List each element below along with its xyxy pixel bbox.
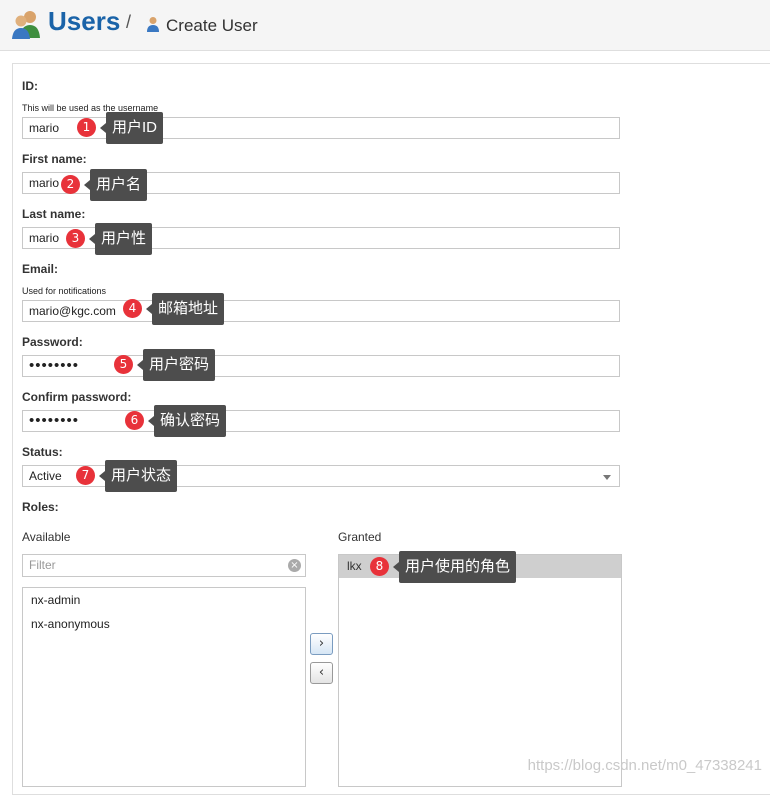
annotation-badge: 3 [66,229,85,248]
granted-roles-list[interactable]: lkx [338,554,622,787]
roles-filter-input[interactable]: Filter × [22,554,306,577]
annotation-tooltip: 用户密码 [136,349,216,381]
password-label: Password: [22,335,83,349]
status-value: Active [29,469,62,483]
annotation-tooltip: 邮箱地址 [145,293,225,325]
add-role-button[interactable]: › [310,633,333,655]
user-icon [147,17,159,32]
annotation-tooltip: 用户名 [83,169,148,201]
annotation-tooltip: 用户使用的角色 [392,551,517,583]
breadcrumb-current: Create User [166,16,258,35]
status-label: Status: [22,445,63,459]
roles-label: Roles: [22,500,59,514]
annotation-tooltip: 用户性 [88,223,153,255]
annotation-badge: 2 [61,175,80,194]
confirm-password-field[interactable]: •••••••• [22,410,620,432]
id-label: ID: [22,79,38,93]
list-item[interactable]: nx-admin [31,593,80,607]
annotation-badge: 1 [77,118,96,137]
annotation-tooltip: 用户状态 [98,460,178,492]
available-title: Available [22,530,71,544]
users-icon [12,11,40,39]
watermark: https://blog.csdn.net/m0_47338241 [527,757,762,774]
page-title[interactable]: Users [48,6,120,37]
chevron-down-icon[interactable] [603,475,611,480]
clear-icon[interactable]: × [288,559,301,572]
remove-role-button[interactable]: ‹ [310,662,333,684]
annotation-tooltip: 确认密码 [147,405,227,437]
available-roles-list[interactable]: nx-admin nx-anonymous [22,587,306,787]
email-help: Used for notifications [22,286,107,296]
annotation-badge: 7 [76,466,95,485]
email-label: Email: [22,262,59,276]
page-header: Users / Create User [0,0,770,51]
annotation-badge: 5 [114,355,133,374]
list-item[interactable]: nx-anonymous [31,617,110,631]
email-field[interactable]: mario@kgc.com [22,300,620,322]
annotation-tooltip: 用户ID [99,112,164,144]
annotation-badge: 8 [370,557,389,576]
breadcrumb-separator: / [126,12,132,32]
annotation-badge: 6 [125,411,144,430]
password-field[interactable]: •••••••• [22,355,620,377]
filter-placeholder: Filter [29,558,56,572]
granted-title: Granted [338,530,382,544]
annotation-badge: 4 [123,299,142,318]
last-name-label: Last name: [22,207,86,221]
first-name-label: First name: [22,152,87,166]
confirm-password-label: Confirm password: [22,390,132,404]
